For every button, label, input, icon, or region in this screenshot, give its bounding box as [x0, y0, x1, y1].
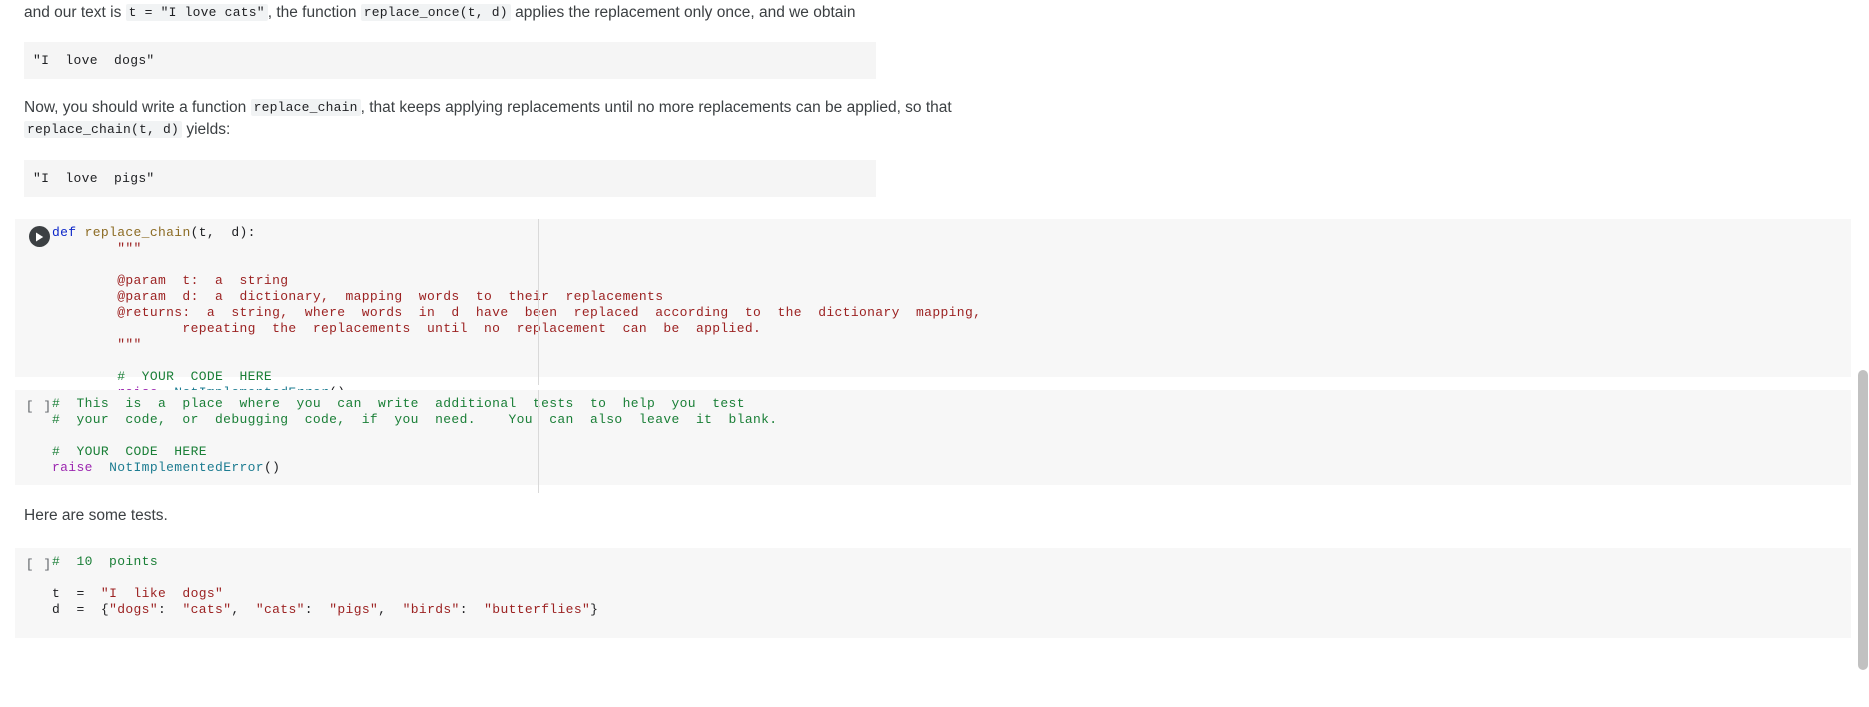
task-text-part1: Now, you should write a function: [24, 99, 251, 117]
code-line: d = {″dogs″: ″cats″, ″cats″: ″pigs″, ″bi…: [52, 602, 1851, 618]
intro-paragraph: and our text is t = ″I love cats″, the f…: [0, 0, 1869, 24]
code-line: repeating the replacements until no repl…: [52, 321, 1851, 337]
code-token: ″butterflies″: [484, 602, 591, 618]
code-token: ″″″: [52, 337, 142, 353]
code-line: raise NotImplementedError(): [52, 460, 1851, 476]
code-line: @returns: a string, where words in d hav…: [52, 305, 1851, 321]
code-token: # This is a place where you can write ad…: [52, 396, 745, 412]
code-token: :: [304, 602, 330, 618]
code-lines: # 10 points t = ″I like dogs″ d = {″dogs″…: [52, 554, 1851, 618]
indent-guide: [538, 390, 539, 494]
code-token: raise: [52, 460, 93, 476]
inline-code-t-assignment: t = ″I love cats″: [125, 4, 268, 21]
intro-text-part1: and our text is: [24, 4, 126, 21]
output-text: ″I love dogs″: [33, 53, 155, 69]
code-line: @param d: a dictionary, mapping words to…: [52, 289, 1851, 305]
code-token: repeating the replacements until no repl…: [52, 321, 762, 337]
task-text-part3: yields:: [182, 121, 231, 139]
code-line: # 10 points: [52, 554, 1851, 570]
code-token: (t, d):: [190, 225, 256, 241]
code-token: ″I like dogs″: [100, 586, 224, 602]
code-line: ″″″: [52, 337, 1851, 353]
code-token: }: [590, 602, 599, 618]
code-token: :: [157, 602, 183, 618]
code-lines: # This is a place where you can write ad…: [52, 396, 1851, 476]
code-token: ″cats″: [182, 602, 232, 618]
code-lines: def replace_chain(t, d): ″″″ @param t: a…: [52, 225, 1851, 401]
task-paragraph: Now, you should write a function replace…: [0, 79, 1869, 141]
code-line: t = ″I like dogs″: [52, 586, 1851, 602]
code-token: # your code, or debugging code, if you n…: [52, 412, 778, 428]
intro-text-part2: , the function: [267, 4, 361, 21]
task-paragraph-line2: replace_chain(t, d) yields:: [24, 119, 1845, 141]
code-token: ″birds″: [402, 602, 460, 618]
code-cell-tests-10-points[interactable]: [ ] # 10 points t = ″I like dogs″ d = {″d…: [15, 548, 1851, 639]
vertical-scrollbar[interactable]: [1856, 0, 1869, 707]
indent-guide: [538, 219, 539, 386]
inline-code-replace-chain-call: replace_chain(t, d): [24, 121, 183, 139]
code-cell-additional-tests[interactable]: [ ] # This is a place where you can writ…: [15, 390, 1851, 494]
code-token: replace_chain: [84, 225, 191, 241]
code-token: # 10 points: [52, 554, 158, 570]
task-paragraph-line1: Now, you should write a function replace…: [24, 97, 1845, 119]
tests-paragraph: Here are some tests.: [0, 485, 1869, 527]
notebook-page: and our text is t = ″I love cats″, the f…: [0, 0, 1869, 707]
code-token: def: [52, 225, 77, 241]
code-token: ,: [231, 602, 256, 618]
inline-code-replace-chain: replace_chain: [250, 99, 361, 117]
code-token: ″pigs″: [329, 602, 379, 618]
code-token: ″″″: [52, 241, 142, 257]
cell-code-area[interactable]: # This is a place where you can write ad…: [15, 390, 1851, 494]
code-line: @param t: a string: [52, 273, 1851, 289]
cell-code-area[interactable]: # 10 points t = ″I like dogs″ d = {″dogs″…: [15, 554, 1851, 618]
scrollbar-thumb[interactable]: [1858, 370, 1868, 670]
code-token: @returns: a string, where words in d hav…: [52, 305, 982, 321]
task-text-part2: , that keeps applying replacements until…: [360, 99, 952, 117]
code-line: # This is a place where you can write ad…: [52, 396, 1851, 412]
code-token: ″cats″: [255, 602, 305, 618]
inline-code-replace-once: replace_once(t, d): [360, 4, 511, 21]
code-line: def replace_chain(t, d):: [52, 225, 1851, 241]
code-token: @param t: a string: [52, 273, 289, 289]
code-cell-replace-chain[interactable]: def replace_chain(t, d): ″″″ @param t: a…: [15, 219, 1851, 400]
code-line: # YOUR CODE HERE: [52, 444, 1851, 460]
code-token: NotImplementedError: [109, 460, 264, 476]
code-token: # YOUR CODE HERE: [52, 444, 207, 460]
cell-code-area[interactable]: def replace_chain(t, d): ″″″ @param t: a…: [15, 219, 1851, 401]
code-token: # YOUR CODE HERE: [52, 369, 273, 385]
intro-text-part3: applies the replacement only once, and w…: [510, 4, 856, 21]
code-token: @param d: a dictionary, mapping words to…: [52, 289, 664, 305]
code-token: d = {: [52, 602, 110, 618]
code-token: ,: [378, 602, 403, 618]
intro-paragraph-line: and our text is t = ″I love cats″, the f…: [24, 2, 1845, 24]
code-line: # your code, or debugging code, if you n…: [52, 412, 1851, 428]
code-token: :: [459, 602, 485, 618]
code-line: # YOUR CODE HERE: [52, 369, 1851, 385]
tests-paragraph-line: Here are some tests.: [24, 507, 168, 525]
code-line: ″″″: [52, 241, 1851, 257]
code-token: (): [263, 460, 281, 476]
output-block-love-pigs: ″I love pigs″: [24, 160, 876, 198]
code-token: ″dogs″: [109, 602, 158, 618]
output-text: ″I love pigs″: [33, 171, 155, 187]
code-token: t =: [52, 586, 101, 602]
output-block-love-dogs: ″I love dogs″: [24, 42, 876, 80]
